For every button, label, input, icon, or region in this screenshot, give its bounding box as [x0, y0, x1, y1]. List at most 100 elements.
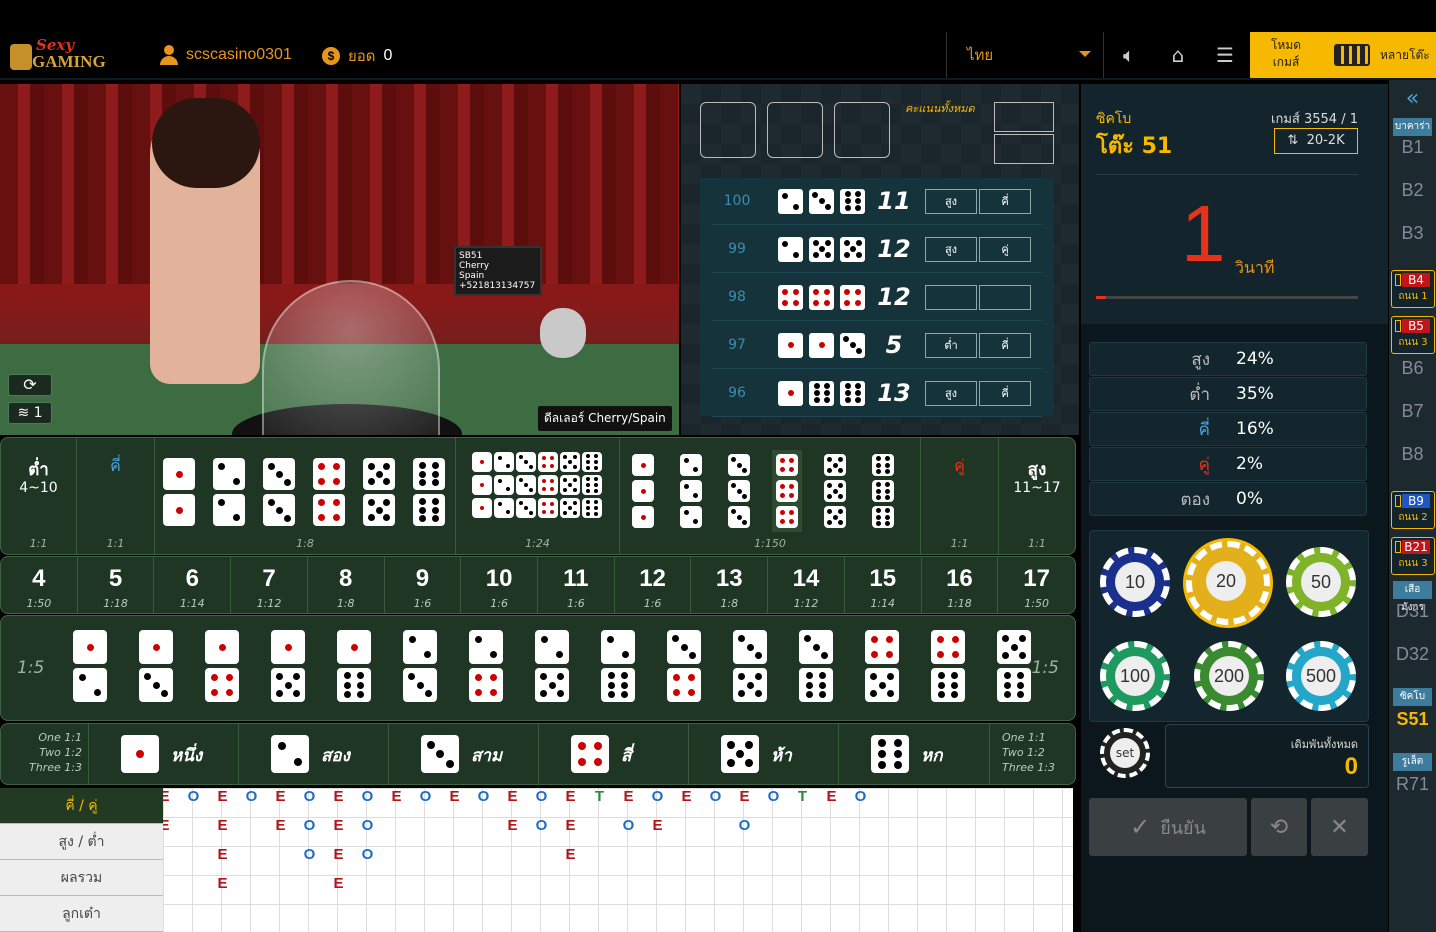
- bet-combo-2-4[interactable]: [469, 630, 503, 702]
- bet-combo-3-6[interactable]: [799, 630, 833, 702]
- round-number: 97: [728, 337, 746, 353]
- rebet-button[interactable]: ⟲: [1251, 798, 1307, 856]
- collapse-icon[interactable]: «: [1389, 86, 1436, 114]
- chip-set-button[interactable]: set: [1100, 728, 1150, 778]
- bet-high[interactable]: สูง 11~17 1:1: [999, 438, 1075, 554]
- tab-odd-even[interactable]: คี่ / คู่: [0, 788, 163, 824]
- bet-odd[interactable]: คี่ 1:1: [77, 438, 155, 554]
- bet-combo-5-6[interactable]: [997, 630, 1031, 702]
- game-mode-button[interactable]: โหมด เกมส์: [1250, 32, 1322, 78]
- die-pip: [586, 460, 590, 464]
- bet-combo-3-5[interactable]: [733, 630, 767, 702]
- bet-double-4[interactable]: [313, 458, 345, 526]
- bet-sum-11[interactable]: 11 1:6: [538, 557, 615, 613]
- language-select[interactable]: ไทย: [946, 32, 1104, 78]
- die-face: [213, 458, 245, 490]
- table-s51[interactable]: S51: [1389, 709, 1436, 749]
- bet-triple-1[interactable]: [632, 454, 654, 528]
- bet-even[interactable]: คู่ 1:1: [921, 438, 999, 554]
- tab-dice[interactable]: ลูกเต๋า: [0, 896, 163, 932]
- bet-combo-1-5[interactable]: [271, 630, 305, 702]
- bet-double-3[interactable]: [263, 458, 295, 526]
- bet-sum-15[interactable]: 15 1:14: [845, 557, 922, 613]
- bet-double-2[interactable]: [213, 458, 245, 526]
- table-b1[interactable]: B1: [1389, 137, 1436, 177]
- roadmap-mark: E: [565, 846, 576, 863]
- bet-single-6[interactable]: หก: [839, 724, 989, 784]
- roadmap-mark: O: [303, 817, 316, 834]
- chip-50[interactable]: 50: [1286, 547, 1356, 617]
- table-d31[interactable]: D31: [1389, 601, 1436, 641]
- sound-icon[interactable]: 🔈︎: [1116, 44, 1142, 66]
- bet-double-6[interactable]: [413, 458, 445, 526]
- bet-combo-1-4[interactable]: [205, 630, 239, 702]
- table-b4[interactable]: B4 ถนน 1: [1391, 270, 1435, 308]
- table-b6[interactable]: B6: [1389, 358, 1436, 398]
- bet-low[interactable]: ต่ำ 4~10 1:1: [1, 438, 77, 554]
- bet-single-2[interactable]: สอง: [239, 724, 389, 784]
- chip-500[interactable]: 500: [1286, 641, 1356, 711]
- chip-value: 10: [1115, 562, 1155, 602]
- chip-200[interactable]: 200: [1194, 641, 1264, 711]
- bet-single-4[interactable]: สี่: [539, 724, 689, 784]
- bet-sum-7[interactable]: 7 1:12: [231, 557, 308, 613]
- section-baccarat: บาคาร่า: [1393, 118, 1432, 136]
- high-odds: 1:1: [1028, 537, 1046, 550]
- menu-icon[interactable]: ☰: [1212, 44, 1238, 66]
- bet-sum-10[interactable]: 10 1:6: [461, 557, 538, 613]
- chip-20[interactable]: 20: [1186, 541, 1270, 625]
- bet-triple-2[interactable]: [680, 454, 702, 528]
- bet-sum-9[interactable]: 9 1:6: [385, 557, 462, 613]
- bet-triple-6[interactable]: [872, 454, 894, 528]
- bet-combo-1-6[interactable]: [337, 630, 371, 702]
- signal-indicator[interactable]: ≋ 1: [8, 402, 52, 424]
- bet-sum-12[interactable]: 12 1:6: [615, 557, 692, 613]
- bet-single-1[interactable]: หนึ่ง: [89, 724, 239, 784]
- bet-triple-4[interactable]: [772, 450, 802, 532]
- result-die-slot: [767, 102, 823, 158]
- bet-sum-8[interactable]: 8 1:8: [308, 557, 385, 613]
- bet-triple-3[interactable]: [728, 454, 750, 528]
- bet-combo-3-4[interactable]: [667, 630, 701, 702]
- bet-combo-4-6[interactable]: [931, 630, 965, 702]
- bet-combo-2-5[interactable]: [535, 630, 569, 702]
- refresh-video-button[interactable]: ⟳: [8, 374, 52, 396]
- table-b2[interactable]: B2: [1389, 180, 1436, 220]
- multi-table-button[interactable]: หลายโต๊ะ: [1322, 32, 1436, 78]
- bet-combo-2-6[interactable]: [601, 630, 635, 702]
- bet-sum-17[interactable]: 17 1:50: [998, 557, 1075, 613]
- table-b5[interactable]: B5 ถนน 3: [1391, 316, 1435, 354]
- bet-sum-14[interactable]: 14 1:12: [768, 557, 845, 613]
- table-b8[interactable]: B8: [1389, 444, 1436, 484]
- table-r71[interactable]: R71: [1389, 774, 1436, 814]
- table-b7[interactable]: B7: [1389, 401, 1436, 441]
- bet-limit[interactable]: ⇅ 20-2K: [1274, 128, 1358, 154]
- bet-combo-1-3[interactable]: [139, 630, 173, 702]
- confirm-button[interactable]: ✓ ยืนยัน: [1089, 798, 1247, 856]
- bet-sum-16[interactable]: 16 1:18: [922, 557, 999, 613]
- bet-combo-2-3[interactable]: [403, 630, 437, 702]
- bet-triple-5[interactable]: [824, 454, 846, 528]
- bet-sum-6[interactable]: 6 1:14: [154, 557, 232, 613]
- table-d32[interactable]: D32: [1389, 644, 1436, 684]
- chip-100[interactable]: 100: [1100, 641, 1170, 711]
- bet-double-1[interactable]: [163, 458, 195, 526]
- bet-double-5[interactable]: [363, 458, 395, 526]
- table-b3[interactable]: B3: [1389, 223, 1436, 263]
- bet-any-triple[interactable]: 1:24: [456, 438, 620, 554]
- bet-combo-4-5[interactable]: [865, 630, 899, 702]
- chip-10[interactable]: 10: [1100, 547, 1170, 617]
- bet-sum-4[interactable]: 4 1:50: [1, 557, 78, 613]
- table-b21[interactable]: B21 ถนน 3: [1391, 537, 1435, 575]
- bet-combo-1-2[interactable]: [73, 630, 107, 702]
- cancel-button[interactable]: ✕: [1311, 798, 1368, 856]
- tab-sum[interactable]: ผลรวม: [0, 860, 163, 896]
- table-b9[interactable]: B9 ถนน 2: [1391, 491, 1435, 529]
- bet-sum-13[interactable]: 13 1:8: [691, 557, 769, 613]
- bet-single-5[interactable]: ห้า: [689, 724, 839, 784]
- tab-high-low[interactable]: สูง / ต่ำ: [0, 824, 163, 860]
- singles-group: หนึ่ง สอง สาม สี่ ห้า หก: [89, 724, 989, 784]
- bet-single-3[interactable]: สาม: [389, 724, 539, 784]
- home-icon[interactable]: ⌂: [1165, 44, 1191, 66]
- bet-sum-5[interactable]: 5 1:18: [78, 557, 155, 613]
